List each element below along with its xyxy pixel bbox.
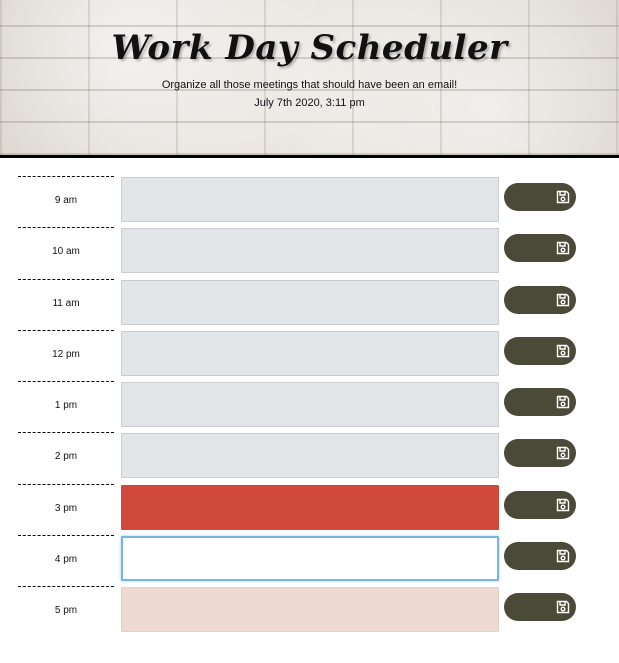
floppy-disk-icon (555, 343, 571, 359)
lead-text: Organize all those meetings that should … (161, 79, 458, 91)
time-block-row: 10 am (0, 227, 619, 278)
time-blocks-container: 9 am 10 am 11 am 12 pm 1 pm 2 pm 3 pm 4 … (0, 176, 619, 638)
save-button[interactable] (504, 234, 576, 263)
save-button[interactable] (504, 388, 576, 417)
jumbotron-header: Work Day Scheduler Organize all those me… (0, 0, 619, 158)
hour-label: 10 am (18, 227, 114, 273)
time-block-row: 9 am (0, 176, 619, 227)
hour-label: 3 pm (18, 483, 114, 530)
hour-label: 1 pm (18, 381, 114, 427)
floppy-disk-icon (555, 189, 571, 205)
description-input[interactable] (121, 330, 499, 376)
time-block-row: 4 pm (0, 535, 619, 586)
floppy-disk-icon (555, 599, 571, 615)
time-block-row: 11 am (0, 278, 619, 330)
save-button[interactable] (504, 285, 576, 314)
description-input[interactable] (121, 587, 499, 633)
time-block-row: 5 pm (0, 586, 619, 637)
save-button[interactable] (504, 439, 576, 468)
time-block-row: 12 pm (0, 329, 619, 381)
save-button[interactable] (504, 593, 576, 622)
description-input[interactable] (121, 484, 499, 530)
hour-label: 11 am (18, 278, 114, 325)
description-input[interactable] (121, 433, 499, 479)
save-button[interactable] (504, 490, 576, 519)
description-input[interactable] (121, 382, 499, 428)
description-input[interactable] (121, 536, 499, 582)
floppy-disk-icon (555, 292, 571, 308)
time-block-row: 2 pm (0, 432, 619, 483)
save-button[interactable] (504, 183, 576, 211)
floppy-disk-icon (555, 394, 571, 410)
save-button[interactable] (504, 542, 576, 571)
floppy-disk-icon (555, 497, 571, 513)
floppy-disk-icon (555, 548, 571, 564)
description-input[interactable] (121, 279, 499, 325)
hour-label: 4 pm (18, 535, 114, 581)
current-date: July 7th 2020, 3:11 pm (254, 97, 365, 109)
save-button[interactable] (504, 336, 576, 365)
hour-label: 9 am (18, 176, 114, 222)
page-title: Work Day Scheduler (111, 28, 508, 68)
hour-label: 5 pm (18, 586, 114, 632)
floppy-disk-icon (555, 240, 571, 256)
description-input[interactable] (121, 177, 499, 222)
hour-label: 2 pm (18, 432, 114, 478)
description-input[interactable] (121, 228, 499, 274)
time-block-row: 3 pm (0, 483, 619, 535)
hour-label: 12 pm (18, 329, 114, 376)
time-block-row: 1 pm (0, 381, 619, 432)
floppy-disk-icon (555, 445, 571, 461)
